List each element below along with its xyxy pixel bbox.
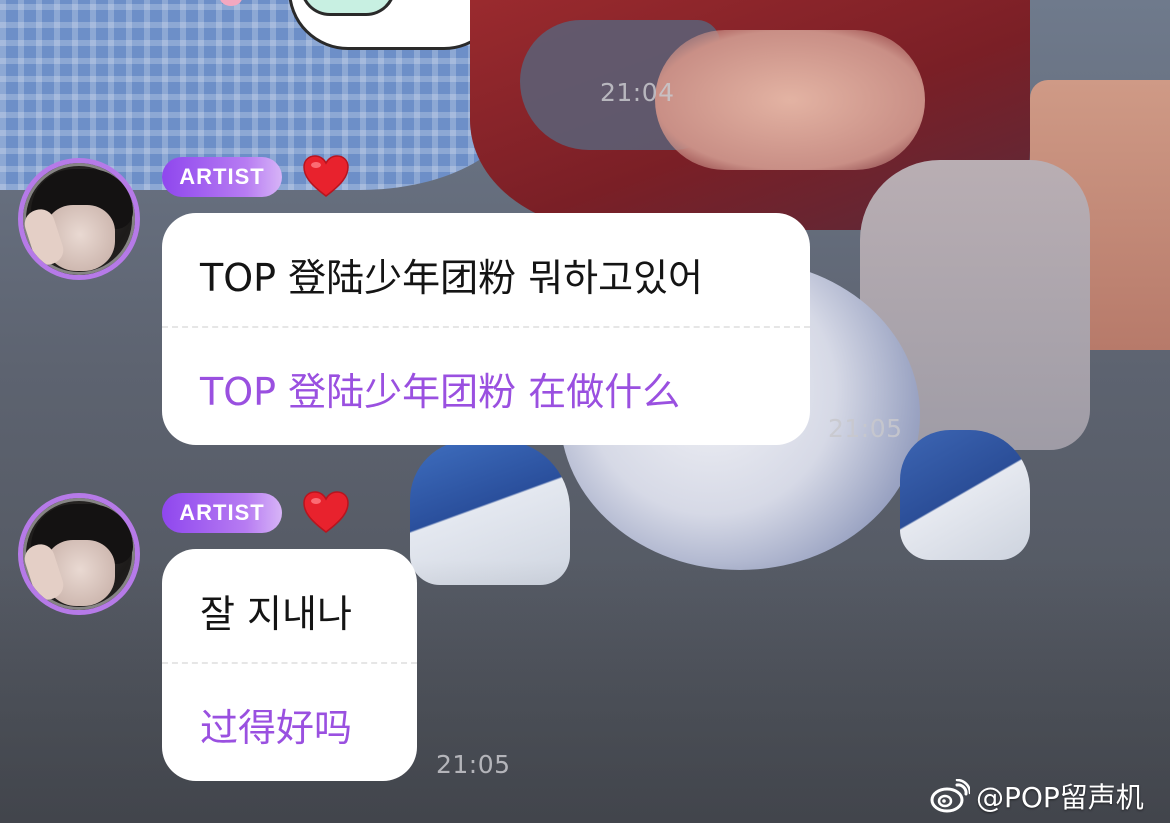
avatar[interactable]: [18, 158, 140, 280]
watermark-text: @POP留声机: [976, 781, 1144, 814]
message-original-text: 잘 지내나: [200, 592, 352, 636]
message-timestamp: 21:05: [436, 750, 511, 779]
heart-icon: [303, 491, 349, 533]
watermark: @POP留声机: [930, 776, 1144, 816]
message-translation-text: TOP 登陆少年团粉 在做什么: [200, 370, 681, 414]
message-translation-text: 过得好吗: [200, 706, 353, 750]
artist-badge: ARTIST: [162, 493, 282, 533]
weibo-icon: [930, 779, 970, 813]
background-hands: [655, 30, 925, 170]
message-timestamp: 21:05: [828, 414, 903, 443]
message-bubble[interactable]: 잘 지내나 过得好吗: [162, 549, 417, 781]
bubble-divider: [162, 326, 810, 328]
heart-icon: [303, 155, 349, 197]
artist-badge: ARTIST: [162, 157, 282, 197]
timestamp-top: 21:04: [600, 78, 675, 107]
background-shoe-right: [900, 430, 1030, 560]
bubble-divider: [162, 662, 417, 664]
avatar[interactable]: [18, 493, 140, 615]
message-original-text: TOP 登陆少年团粉 뭐하고있어: [200, 256, 703, 300]
message-bubble[interactable]: TOP 登陆少年团粉 뭐하고있어 TOP 登陆少年团粉 在做什么: [162, 213, 810, 445]
